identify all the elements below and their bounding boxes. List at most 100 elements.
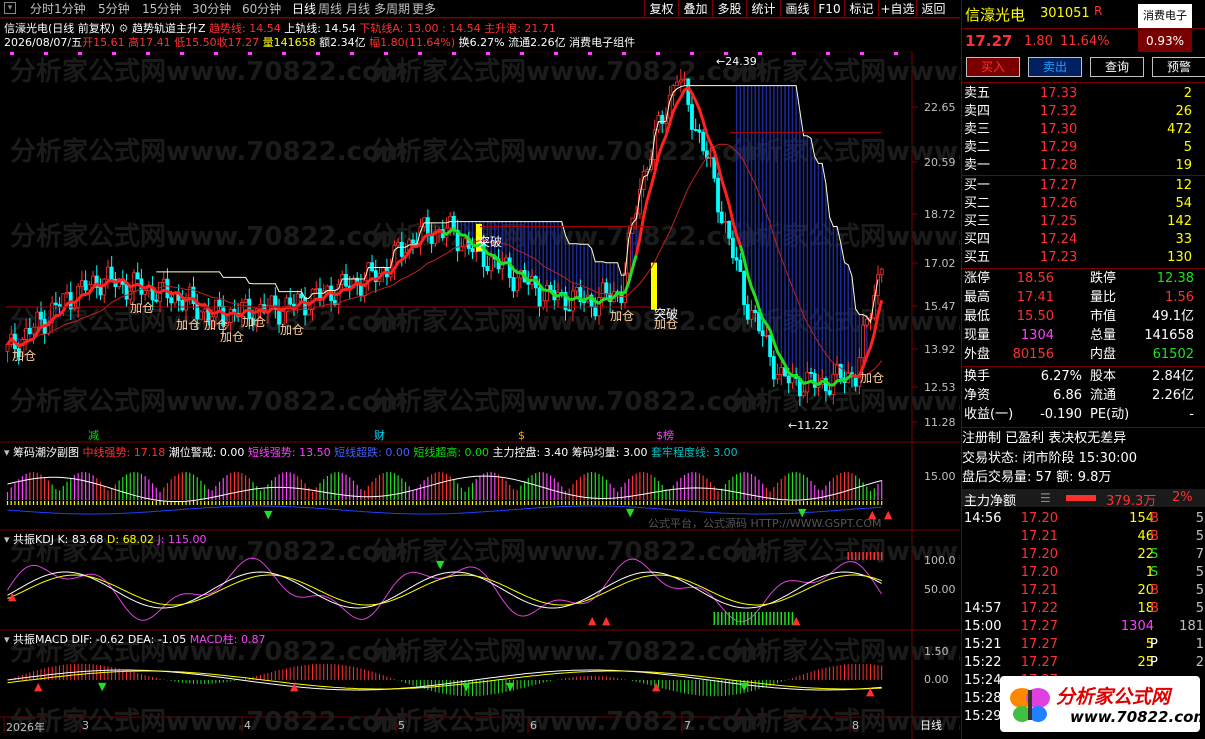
bids-row-4[interactable]: 买五 17.23 130 — [962, 249, 1205, 267]
event-dollar[interactable]: $ — [518, 429, 525, 442]
candle-body — [731, 237, 735, 259]
stats-cell: 最低 — [964, 309, 991, 324]
candle-body — [288, 297, 293, 305]
signal-dot — [452, 52, 456, 55]
watermark-text: 分析家公式网www.70822.com — [10, 706, 407, 737]
level-label: 卖四 — [964, 104, 991, 119]
watermark-text: 分析家公式网www.70822.com — [730, 221, 960, 252]
tick-cell: 17.27 — [1020, 619, 1058, 634]
level-price: 17.27 — [1040, 178, 1078, 193]
level-volume: 472 — [1167, 122, 1192, 137]
asks-row-0[interactable]: 卖五 17.33 2 — [962, 85, 1205, 103]
bids-row-3[interactable]: 买四 17.24 33 — [962, 231, 1205, 249]
kdj-j-line — [7, 557, 883, 623]
bids-row-2[interactable]: 买三 17.25 142 — [962, 213, 1205, 231]
signal-dot — [894, 52, 898, 55]
candle-body — [292, 303, 296, 307]
event-reduce[interactable]: 减 — [88, 429, 99, 442]
p1-item-0: 中线强势: 17.18 — [82, 446, 166, 459]
bids-row-0[interactable]: 买一 17.27 12 — [962, 177, 1205, 195]
macd-signal-arrow: ▲ — [866, 685, 875, 698]
candle-body — [801, 391, 806, 397]
kline-chart-area[interactable]: 分析家公式网www.70822.com 分析家公式网www.70822.com 分析… — [0, 0, 960, 739]
subchart1-title[interactable]: 筹码潮汐副图 — [13, 446, 79, 459]
add-position-label: 加仓 — [220, 330, 245, 344]
level-label: 卖二 — [964, 140, 991, 155]
candle-body — [39, 311, 43, 320]
event-finance[interactable]: 财 — [374, 429, 385, 442]
subchart1-arrow-icon[interactable]: ▾ — [4, 446, 10, 459]
candle-body — [838, 363, 843, 379]
p1-item-5: 主力控盘: 3.40 — [492, 446, 569, 459]
level-volume: 54 — [1175, 196, 1192, 211]
candle-body — [738, 259, 743, 272]
tick-cell: 5 — [1195, 565, 1204, 580]
subchart3-arrow-icon[interactable]: ▾ — [4, 633, 10, 646]
candle-body — [515, 277, 520, 292]
watermark-text: 分析家公式网www.70822.com — [730, 56, 960, 87]
date-axis-label: 4 — [244, 719, 251, 732]
tick-row: 17.21 20 B 5 — [962, 582, 1205, 600]
sector-button[interactable]: 消费电子 — [1138, 4, 1192, 28]
trade-button-0[interactable]: 买入 — [966, 57, 1020, 77]
divider — [962, 28, 1205, 29]
candle-body — [571, 290, 575, 312]
signal-dot — [78, 52, 82, 55]
breakout-label: 突破 — [654, 307, 679, 321]
candle-body — [370, 262, 374, 272]
stats-cell: 最高 — [964, 290, 991, 305]
quote-panel: 信濠光电 301051 R 消费电子 17.27 1.80 11.64% 0.9… — [961, 0, 1205, 739]
peak-price-label: ←24.39 — [716, 55, 757, 68]
macd-signal-arrow: ▲ — [290, 680, 299, 693]
tick-row: 17.21 46 B 5 — [962, 528, 1205, 546]
subchart3-title[interactable]: 共振MACD — [13, 633, 68, 646]
stats-row-4: 外盘 80156 内盘 61502 — [962, 346, 1205, 364]
candle-body — [768, 334, 772, 357]
tick-cell: 5 — [1195, 511, 1204, 526]
candle-body — [701, 131, 706, 152]
candle-body — [102, 278, 107, 296]
tick-row: 14:56 17.20 154 B 5 — [962, 510, 1205, 528]
asks-row-2[interactable]: 卖三 17.30 472 — [962, 121, 1205, 139]
candle-body — [764, 334, 769, 337]
tick-cell: 15:24 — [964, 673, 1002, 688]
trade-button-3[interactable]: 预警 — [1152, 57, 1205, 77]
signal-dot — [418, 52, 422, 55]
trade-button-1[interactable]: 卖出 — [1028, 57, 1082, 77]
candle-body — [812, 373, 817, 388]
price-axis-label: 12.53 — [924, 381, 956, 394]
candle-body — [690, 104, 694, 130]
asks-row-1[interactable]: 卖四 17.32 26 — [962, 103, 1205, 121]
asks-row-4[interactable]: 卖一 17.28 19 — [962, 157, 1205, 175]
trade-button-2[interactable]: 查询 — [1090, 57, 1144, 77]
candle-body — [124, 283, 129, 300]
event-dragon-tiger[interactable]: $榜 — [656, 429, 674, 442]
period-mode-label[interactable]: 日线 — [920, 719, 942, 732]
asks-row-3[interactable]: 卖二 17.29 5 — [962, 139, 1205, 157]
tick-cell: S — [1150, 547, 1159, 562]
tick-cell: 17.27 — [1020, 655, 1058, 670]
net-flow-label: 主力净额 — [964, 494, 1017, 509]
net-flow-row[interactable]: 主力净额 ☰ 379.3万 2% — [962, 489, 1205, 509]
p2-axis-50: 50.00 — [924, 583, 956, 596]
bids-row-1[interactable]: 买二 17.26 54 — [962, 195, 1205, 213]
watermark-text: 分析家公式网www.70822.com — [370, 536, 767, 567]
candle-body — [228, 308, 233, 323]
tick-cell: 5 — [1195, 583, 1204, 598]
net-flow-bar — [1066, 495, 1096, 501]
level-price: 17.26 — [1040, 196, 1078, 211]
candle-body — [83, 280, 88, 291]
tick-cell: 2 — [1195, 655, 1204, 670]
tick-row: 15:22 17.27 25 P 2 — [962, 654, 1205, 672]
subchart2-arrow-icon[interactable]: ▾ — [4, 533, 10, 546]
stock-name: 信濠光电 — [965, 6, 1026, 24]
stats2-cell: 2.84亿 — [1152, 369, 1194, 384]
tick-cell: P — [1150, 637, 1158, 652]
candle-body — [243, 298, 248, 303]
menu-icon[interactable]: ☰ — [1040, 491, 1051, 505]
price-axis-label: 22.65 — [924, 101, 956, 114]
level-label: 卖三 — [964, 122, 991, 137]
p1-axis-label: 15.00 — [924, 470, 956, 483]
price-axis-label: 13.92 — [924, 343, 956, 356]
subchart2-title[interactable]: 共振KDJ — [13, 533, 54, 546]
